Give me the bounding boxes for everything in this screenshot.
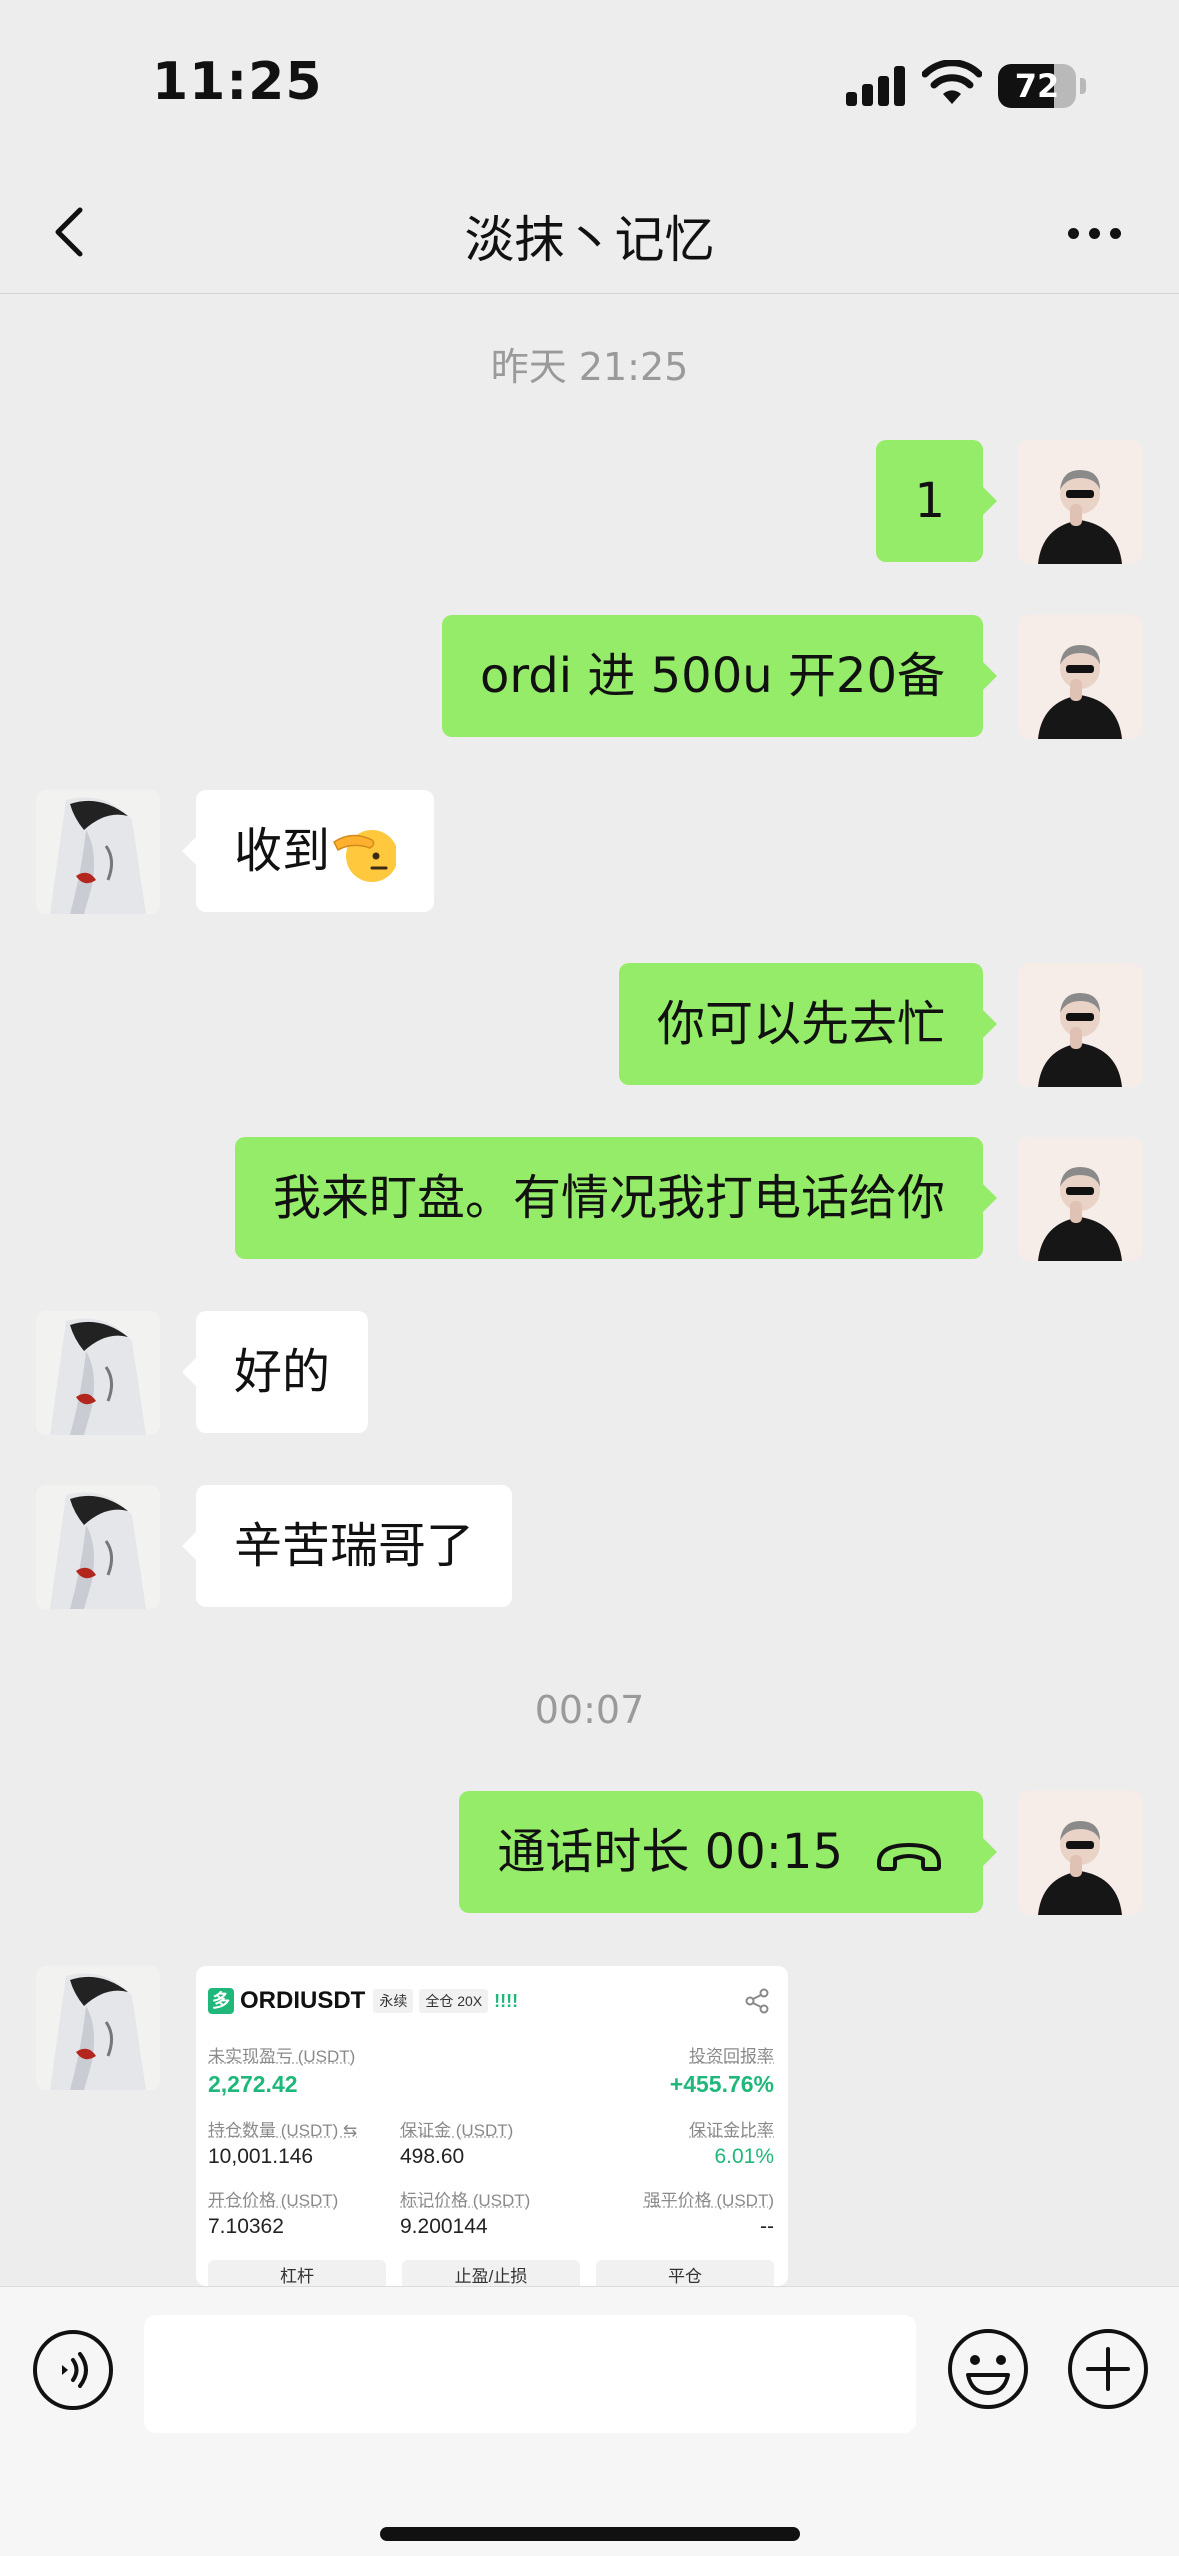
trade-signal-bars: !!!!	[494, 1990, 519, 2011]
voice-input-icon[interactable]	[32, 2329, 114, 2411]
mark-price: 标记价格 (USDT) 9.200144	[400, 2191, 531, 2238]
message-timestamp: 昨天 21:25	[490, 345, 689, 389]
my-message-bubble[interactable]: ordi 进 500u 开20备	[442, 615, 997, 737]
tp-sl-button: 止盈/止损	[402, 2260, 580, 2286]
contact-message-bubble[interactable]: 好的	[181, 1311, 369, 1433]
my-avatar[interactable]	[1018, 440, 1142, 564]
cellular-signal-icon	[846, 66, 906, 106]
home-indicator	[380, 2527, 800, 2541]
my-message-bubble[interactable]: 我来盯盘。有情况我打电话给你	[234, 1137, 998, 1259]
emoji-picker-icon[interactable]	[946, 2327, 1030, 2411]
contact-message-bubble[interactable]: 收到	[181, 790, 435, 912]
my-avatar[interactable]	[1018, 1791, 1142, 1915]
more-functions-plus-icon[interactable]	[1066, 2327, 1150, 2411]
share-icon	[745, 1988, 769, 2014]
wifi-icon	[922, 60, 982, 104]
contact-message-bubble[interactable]: 辛苦瑞哥了	[181, 1485, 513, 1607]
image-message-trade-screenshot[interactable]: 多 ORDIUSDT 永续 全仓 20X !!!! 未实现盈亏 (USDT) 2…	[196, 1966, 788, 2286]
trade-symbol: ORDIUSDT	[240, 1987, 366, 2014]
contact-avatar[interactable]	[36, 1966, 160, 2090]
roi: 投资回报率 +455.76%	[669, 2047, 774, 2097]
chat-header: 淡抹丶记忆	[0, 170, 1179, 294]
trade-tag-perpetual: 永续	[373, 1989, 414, 2013]
close-position-button: 平仓	[596, 2260, 774, 2286]
battery-percentage: 72	[1014, 67, 1060, 105]
trade-tag-leverage: 全仓 20X	[419, 1989, 489, 2013]
liquidation-price: 强平价格 (USDT) --	[643, 2191, 774, 2238]
unrealized-pnl: 未实现盈亏 (USDT) 2,272.42	[208, 2047, 356, 2097]
trade-card-header: 多 ORDIUSDT 永续 全仓 20X !!!!	[208, 1984, 518, 2018]
call-record-bubble[interactable]: 通话时长 00:15	[459, 1791, 997, 1913]
position-size: 持仓数量 (USDT) ⇆ 10,001.146	[208, 2121, 358, 2168]
saluting-face-icon	[333, 830, 397, 882]
contact-avatar[interactable]	[36, 1485, 160, 1609]
call-duration-text: 通话时长 00:15	[497, 1824, 843, 1880]
margin: 保证金 (USDT) 498.60	[400, 2121, 514, 2168]
contact-avatar[interactable]	[36, 1311, 160, 1435]
battery-icon: 72	[998, 64, 1076, 108]
my-avatar[interactable]	[1018, 1137, 1142, 1261]
status-bar: 11:25 72	[0, 0, 1179, 170]
message-timestamp: 00:07	[534, 1688, 645, 1732]
input-bar	[0, 2286, 1179, 2556]
entry-price: 开仓价格 (USDT) 7.10362	[208, 2191, 339, 2238]
contact-message-text: 收到	[234, 823, 331, 879]
my-avatar[interactable]	[1018, 963, 1142, 1087]
my-message-bubble[interactable]: 你可以先去忙	[618, 963, 998, 1085]
contact-avatar[interactable]	[36, 790, 160, 914]
leverage-button: 杠杆	[208, 2260, 386, 2286]
phone-hangup-icon	[877, 1843, 941, 1871]
more-options-icon[interactable]	[1060, 200, 1130, 264]
status-time: 11:25	[152, 52, 323, 112]
my-message-bubble[interactable]: 1	[876, 440, 997, 562]
message-input[interactable]	[144, 2315, 916, 2433]
my-avatar[interactable]	[1018, 615, 1142, 739]
margin-ratio: 保证金比率 6.01%	[689, 2121, 774, 2168]
chat-title: 淡抹丶记忆	[464, 211, 715, 269]
exchange-logo-icon: 多	[208, 1988, 234, 2014]
battery-cap	[1080, 78, 1086, 94]
